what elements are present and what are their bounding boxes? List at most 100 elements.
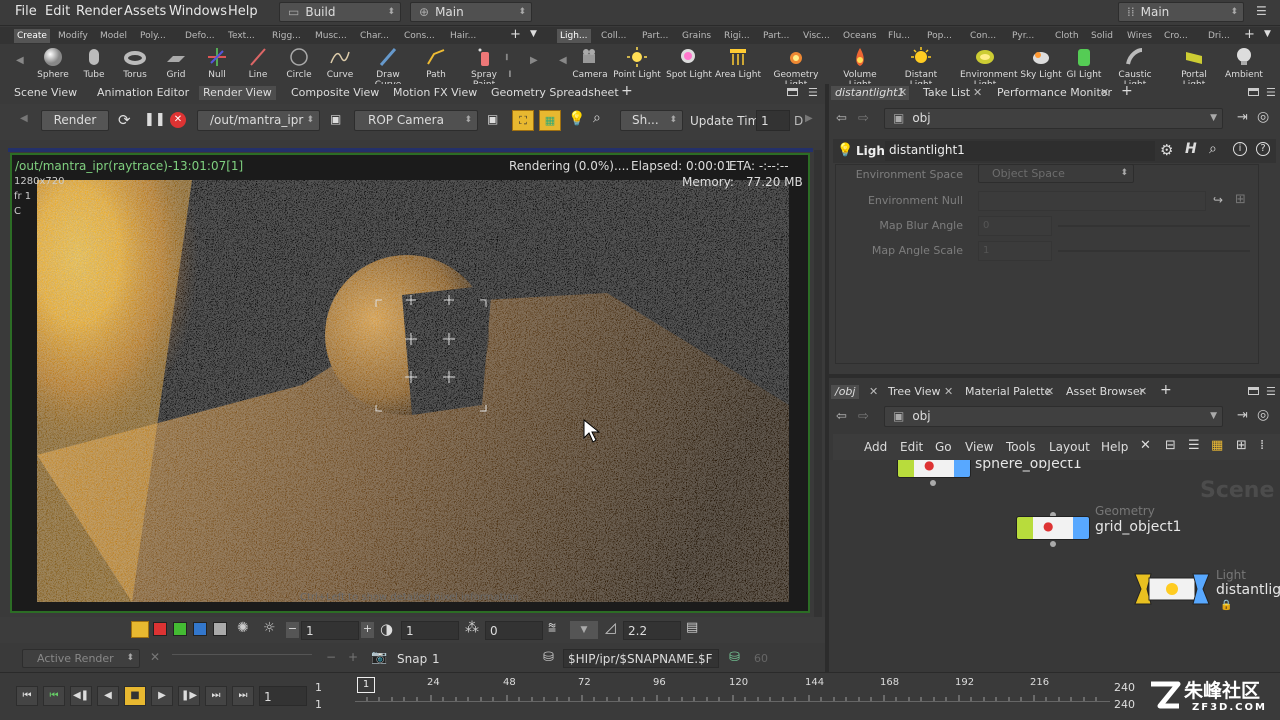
close-snapshot-icon[interactable]: ✕ <box>150 650 160 664</box>
gear-icon[interactable]: ⚙ <box>1160 141 1173 159</box>
shelf-tab-lights[interactable]: Ligh... <box>557 29 591 43</box>
tool-gi-light[interactable]: GI Light <box>1059 46 1109 80</box>
forward-arrow-icon[interactable]: ⇨ <box>858 111 869 126</box>
light-bulb-icon[interactable]: 💡 <box>568 111 585 127</box>
tab-obj[interactable]: /obj <box>831 385 860 399</box>
display-options-icon[interactable]: ▤ <box>686 620 698 635</box>
zoom-icon[interactable]: ⌕ <box>593 110 601 126</box>
snapshot-path-field[interactable]: $HIP/ipr/$SNAPNAME.$F <box>563 649 719 668</box>
shelf-menu-icon[interactable]: ▼ <box>530 29 537 39</box>
lut-dropdown[interactable]: ▼ <box>570 621 598 639</box>
param-path-field[interactable]: ▣ obj ▼ <box>884 108 1223 129</box>
pause-icon[interactable]: ❚❚ <box>144 112 166 127</box>
jump-to-keyframe-end-icon[interactable]: ⏭ <box>205 686 227 706</box>
pin-icon[interactable]: ⇥ <box>1237 408 1248 423</box>
offset-icon[interactable]: ⁂ <box>465 620 479 636</box>
tab-composite-view[interactable]: Composite View <box>291 86 379 100</box>
network-menu-help[interactable]: Help <box>1101 440 1128 454</box>
jump-to-start-icon[interactable]: ⏮ <box>16 686 38 706</box>
render-viewport[interactable]: /out/mantra_ipr(raytrace)-13:01:07[1] Re… <box>10 153 810 613</box>
tool-point-light[interactable]: Point Light <box>612 46 662 80</box>
toolbar-scroll-left-icon[interactable]: ◀ <box>20 113 28 124</box>
tab-tree-view[interactable]: Tree View <box>888 385 941 399</box>
timeline-ruler[interactable]: 1 24 48 72 96 120 144 168 192 216 <box>355 675 1110 715</box>
snapshot-plus-icon[interactable]: + <box>348 650 358 664</box>
shelf-tab-poly[interactable]: Poly... <box>140 29 166 43</box>
tab-performance-monitor[interactable]: Performance Monitor <box>997 86 1112 100</box>
tools-icon[interactable]: ✕ <box>1140 438 1151 453</box>
search-icon[interactable]: ⌕ <box>1209 141 1217 157</box>
increment-icon[interactable]: + <box>361 622 374 638</box>
stop-icon[interactable]: ■ <box>124 686 146 706</box>
shelf-tab-cloth[interactable]: Cloth <box>1055 29 1079 43</box>
pin-icon[interactable]: ⇥ <box>1237 110 1248 125</box>
rop-select-icon[interactable]: ▣ <box>330 112 341 126</box>
back-arrow-icon[interactable]: ⇦ <box>836 409 847 424</box>
network-menu-edit[interactable]: Edit <box>900 440 923 454</box>
shelf-tab-particles[interactable]: Part... <box>642 29 668 43</box>
tab-motion-fx-view[interactable]: Motion FX View <box>393 86 477 100</box>
render-region-icon[interactable]: ⛶ <box>512 110 534 131</box>
shelf-tab-texture[interactable]: Text... <box>228 29 255 43</box>
link-icon[interactable]: ◎ <box>1257 407 1269 423</box>
pane-menu-icon[interactable]: ☰ <box>1266 86 1276 99</box>
grid-view-icon[interactable]: ▦ <box>1211 438 1223 453</box>
close-tab-icon[interactable]: ✕ <box>1138 385 1147 398</box>
snapshot-slider[interactable] <box>172 654 312 662</box>
add-shelf-tab-icon[interactable]: + <box>510 27 521 42</box>
node-name-field[interactable]: distantlight1 <box>885 141 1155 161</box>
rop-path-dropdown[interactable]: /out/mantra_ipr ⬍ <box>197 110 320 131</box>
environment-null-field[interactable] <box>978 191 1206 211</box>
tool-overflow[interactable]: I <box>500 46 520 80</box>
close-tab-icon[interactable]: ✕ <box>1045 385 1054 398</box>
add-pane-tab-icon[interactable]: + <box>621 83 633 99</box>
link-icon[interactable]: ◎ <box>1257 109 1269 125</box>
shelf-tab-populate[interactable]: Pop... <box>927 29 952 43</box>
tab-animation-editor[interactable]: Animation Editor <box>97 86 189 100</box>
shelf-scroll-left-icon[interactable]: ◀ <box>16 55 24 66</box>
menu-file[interactable]: File <box>15 4 37 19</box>
close-tab-icon[interactable]: ✕ <box>869 385 878 398</box>
pane-menu-icon[interactable]: ☰ <box>1266 385 1276 398</box>
shelf-tab-particle-fluids[interactable]: Part... <box>763 29 789 43</box>
toolbar-scroll-right-icon[interactable]: ▶ <box>805 113 813 124</box>
exposure-icon[interactable]: ✺ <box>237 620 249 636</box>
contrast-field[interactable]: 1 <box>401 621 459 640</box>
shelf-tab-viscous[interactable]: Visc... <box>803 29 830 43</box>
channel-red-icon[interactable] <box>153 622 167 636</box>
tool-ambient[interactable]: Ambient <box>1219 46 1269 80</box>
main-dropdown[interactable]: ⊕ Main ⬍ <box>410 2 532 22</box>
shelf-tab-grains[interactable]: Grains <box>682 29 711 43</box>
menu-render[interactable]: Render <box>76 4 122 19</box>
list-view-icon[interactable]: ☰ <box>1188 438 1200 453</box>
help-icon[interactable]: ? <box>1256 142 1270 156</box>
previous-keyframe-icon[interactable]: ◀❚ <box>70 686 92 706</box>
network-menu-go[interactable]: Go <box>935 440 952 454</box>
shelf-tab-character[interactable]: Char... <box>360 29 389 43</box>
shelf-tab-constraints[interactable]: Cons... <box>404 29 435 43</box>
menu-help[interactable]: Help <box>228 4 258 19</box>
add-pane-tab-icon[interactable]: + <box>1121 83 1133 99</box>
info-icon[interactable]: i <box>1233 142 1247 156</box>
shading-dropdown[interactable]: Sh... ⬍ <box>620 110 683 131</box>
timeline-playhead[interactable]: 1 <box>357 677 375 693</box>
current-frame-field[interactable]: 1 <box>259 686 307 706</box>
camera-select-icon[interactable]: ▣ <box>487 112 498 126</box>
map-blur-angle-slider[interactable] <box>1058 225 1250 227</box>
menu-assets[interactable]: Assets <box>124 4 166 19</box>
tab-material-palette[interactable]: Material Palette <box>965 385 1051 399</box>
next-keyframe-icon[interactable]: ❚▶ <box>178 686 200 706</box>
add-pane-tab-icon[interactable]: + <box>1160 382 1172 398</box>
network-menu-tools[interactable]: Tools <box>1006 440 1036 454</box>
close-tab-icon[interactable]: ✕ <box>973 86 982 99</box>
desktop-dropdown[interactable]: ▭ Build ⬍ <box>279 2 401 22</box>
close-tab-icon[interactable]: ✕ <box>898 86 907 99</box>
refresh-icon[interactable]: ⟳ <box>118 111 131 129</box>
gamma-field[interactable]: 2.2 <box>623 621 681 640</box>
pane-menu-icon[interactable]: ☰ <box>808 86 818 99</box>
tab-asset-browser[interactable]: Asset Browser <box>1066 385 1144 399</box>
disk-icon[interactable]: ⛁ <box>543 650 554 665</box>
houdini-help-icon[interactable]: H <box>1185 141 1197 157</box>
update-time-field[interactable]: 1 <box>756 110 790 131</box>
shelf-tab-rigging[interactable]: Rigg... <box>272 29 301 43</box>
